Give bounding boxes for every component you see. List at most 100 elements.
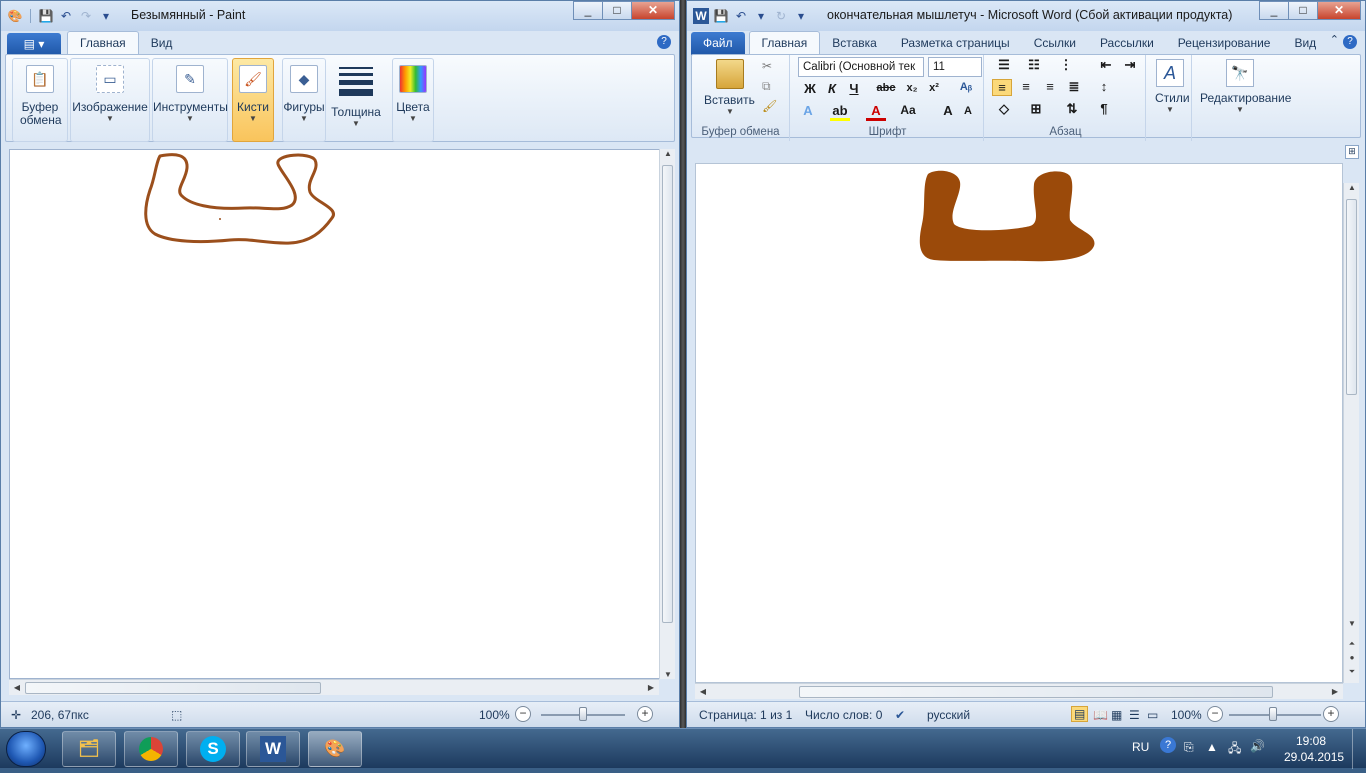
scroll-thumb[interactable]	[662, 165, 673, 623]
scroll-up-arrow[interactable]: ▲	[660, 149, 676, 158]
strikethrough-icon[interactable]: abc	[876, 82, 896, 94]
change-case-icon[interactable]: Aa	[898, 103, 918, 117]
bold-icon[interactable]: Ж	[800, 81, 820, 96]
horizontal-scrollbar[interactable]: ◀ ▶	[695, 683, 1343, 699]
explorer-icon[interactable]: 🗂	[62, 731, 116, 767]
copy-icon[interactable]: ⧉	[762, 79, 771, 94]
network-icon[interactable]: 🖧	[1228, 739, 1241, 760]
minimize-button[interactable]: _	[573, 1, 603, 20]
shrink-font-icon[interactable]: A	[958, 105, 978, 117]
scroll-left-arrow[interactable]: ◀	[695, 687, 711, 696]
tab-references[interactable]: Ссылки	[1022, 32, 1088, 55]
tab-insert[interactable]: Вставка	[820, 32, 889, 55]
horizontal-scrollbar[interactable]: ◀ ▶	[9, 679, 659, 695]
format-painter-icon[interactable]: 🖌	[762, 99, 777, 113]
subscript-icon[interactable]: x₂	[902, 82, 922, 94]
group-colors[interactable]: Цвета ▼	[392, 58, 434, 142]
underline-icon[interactable]: Ч	[844, 81, 864, 96]
language-indicator[interactable]: RU	[1132, 740, 1149, 754]
bullets-icon[interactable]: ☰	[994, 57, 1014, 73]
align-right-icon[interactable]: ≡	[1040, 79, 1060, 94]
qat-customize-icon[interactable]: ▾	[793, 8, 809, 24]
paint-icon[interactable]: 🎨	[308, 731, 362, 767]
undo-icon[interactable]: ↶	[58, 8, 74, 24]
redo-icon[interactable]: ↻	[773, 8, 789, 24]
tab-home[interactable]: Главная	[67, 31, 139, 55]
font-color-icon[interactable]: A	[866, 103, 886, 121]
scroll-thumb[interactable]	[799, 686, 1273, 698]
borders-icon[interactable]: ⊞	[1026, 101, 1046, 117]
zoom-slider-knob[interactable]	[579, 707, 587, 721]
zoom-level[interactable]: 100%	[1171, 708, 1202, 722]
paste-icon[interactable]	[716, 59, 744, 89]
zoom-out-button[interactable]: −	[1207, 706, 1223, 722]
group-tools[interactable]: ✎ Инструменты ▼	[152, 58, 228, 142]
clear-formatting-icon[interactable]: Aᵦ	[956, 81, 976, 93]
numbering-icon[interactable]: ☷	[1024, 57, 1044, 73]
show-desktop-button[interactable]	[1352, 729, 1366, 769]
ruler-toggle-icon[interactable]: ⊞	[1345, 145, 1359, 159]
maximize-button[interactable]: □	[602, 1, 632, 20]
outline-icon[interactable]: ☰	[1129, 708, 1140, 722]
scroll-right-arrow[interactable]: ▶	[643, 683, 659, 692]
maximize-button[interactable]: □	[1288, 1, 1318, 20]
group-thickness[interactable]: Толщина ▼	[328, 58, 384, 142]
language-label[interactable]: русский	[927, 708, 970, 722]
tab-mailings[interactable]: Рассылки	[1088, 32, 1166, 55]
word-count[interactable]: Число слов: 0	[805, 708, 882, 722]
undo-dropdown-icon[interactable]: ▾	[753, 8, 769, 24]
chrome-icon[interactable]	[124, 731, 178, 767]
group-brushes[interactable]: 🖌 Кисти ▼	[232, 58, 274, 142]
multilevel-list-icon[interactable]: ⋮	[1056, 57, 1076, 73]
help-icon[interactable]: ?	[1343, 35, 1357, 49]
zoom-in-button[interactable]: +	[637, 706, 653, 722]
undo-icon[interactable]: ↶	[733, 8, 749, 24]
paint-menu-button[interactable]: ▤ ▾	[7, 33, 61, 55]
qat-customize-icon[interactable]: ▾	[98, 8, 114, 24]
close-button[interactable]: ✕	[1317, 1, 1361, 20]
start-button[interactable]	[6, 731, 46, 767]
line-spacing-icon[interactable]: ↕	[1094, 79, 1114, 94]
grow-font-icon[interactable]: A	[938, 103, 958, 118]
align-center-icon[interactable]: ≡	[1016, 79, 1036, 94]
ribbon-collapse-icon[interactable]: ⌃	[1330, 33, 1339, 46]
sort-icon[interactable]: ⇅	[1062, 101, 1082, 117]
tab-home[interactable]: Главная	[748, 31, 821, 55]
group-editing[interactable]: 🔭 Редактирование ▼	[1196, 55, 1292, 141]
decrease-indent-icon[interactable]: ⇤	[1096, 57, 1116, 73]
group-styles[interactable]: A Стили ▼	[1150, 55, 1192, 141]
prev-page-icon[interactable]: ⏶	[1344, 639, 1360, 649]
font-name-select[interactable]: Calibri (Основной тек	[798, 57, 924, 77]
document-page[interactable]	[695, 163, 1343, 683]
zoom-out-button[interactable]: −	[515, 706, 531, 722]
clock-time[interactable]: 19:08	[1296, 734, 1326, 748]
web-layout-icon[interactable]: ▦	[1111, 708, 1122, 722]
scroll-down-arrow[interactable]: ▼	[1344, 619, 1360, 628]
skype-icon[interactable]: S	[186, 731, 240, 767]
increase-indent-icon[interactable]: ⇥	[1120, 57, 1140, 73]
close-button[interactable]: ✕	[631, 1, 675, 20]
paste-button[interactable]: Вставить	[704, 93, 755, 107]
scroll-up-arrow[interactable]: ▲	[1344, 183, 1360, 192]
zoom-slider-knob[interactable]	[1269, 707, 1277, 721]
paint-canvas[interactable]	[9, 149, 667, 679]
zoom-in-button[interactable]: +	[1323, 706, 1339, 722]
minimize-button[interactable]: _	[1259, 1, 1289, 20]
clock-date[interactable]: 29.04.2015	[1284, 750, 1344, 764]
draft-icon[interactable]: ▭	[1147, 708, 1158, 722]
shading-icon[interactable]: ◇	[994, 101, 1014, 117]
next-page-icon[interactable]: ⏷	[1344, 667, 1360, 677]
help-icon[interactable]: ?	[657, 35, 671, 49]
group-clipboard[interactable]: 📋 Буфер обмена	[12, 58, 68, 142]
keyboard-icon[interactable]: ⎘	[1184, 740, 1194, 755]
scroll-thumb[interactable]	[25, 682, 321, 694]
redo-icon[interactable]: ↷	[78, 8, 94, 24]
font-size-select[interactable]: 11	[928, 57, 982, 77]
vertical-scrollbar[interactable]: ▲ ▼	[659, 149, 675, 679]
proofing-icon[interactable]: ✔	[895, 708, 905, 722]
scroll-down-arrow[interactable]: ▼	[660, 670, 676, 679]
group-image[interactable]: ▭ Изображение ▼	[70, 58, 150, 142]
justify-icon[interactable]: ≣	[1064, 79, 1084, 95]
tab-page-layout[interactable]: Разметка страницы	[889, 32, 1022, 55]
tab-view[interactable]: Вид	[139, 32, 185, 55]
